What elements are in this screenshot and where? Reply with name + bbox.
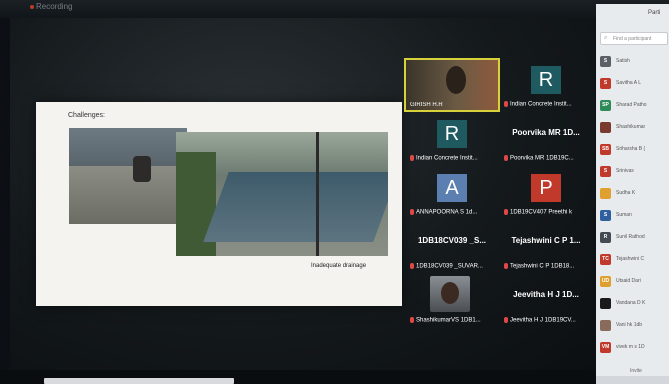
participant-avatar: R xyxy=(600,231,611,243)
participant-item[interactable]: TC Tejashwini C xyxy=(600,252,669,266)
tile-name: Jeevitha H J 1DB19CV... xyxy=(504,317,590,324)
invite-button[interactable]: Invite xyxy=(630,368,642,374)
participant-name: Srinivas xyxy=(616,168,634,174)
participant-item[interactable]: SB Sriharsha B ( xyxy=(600,142,669,156)
tile-big-name: Tejashwini C P 1... xyxy=(511,236,581,245)
participant-name: vivek m s 1D xyxy=(616,344,645,350)
mic-muted-icon xyxy=(410,263,414,270)
avatar: A xyxy=(437,174,467,202)
participant-avatar: S xyxy=(600,209,611,221)
participant-search-input[interactable]: ⌕ Find a participant xyxy=(600,32,668,45)
tile-big-name: 1DB18CV039 _S... xyxy=(417,236,487,245)
panel-title: Parti xyxy=(648,10,661,16)
mic-muted-icon xyxy=(504,101,508,108)
avatar: P xyxy=(531,174,561,202)
participant-name: Shashikumar xyxy=(616,124,646,130)
participant-name: Tejashwini C xyxy=(616,256,645,262)
flood-photo-bike xyxy=(69,128,187,224)
tile-name: 1DB19CV407 Preethi k xyxy=(504,209,590,216)
participant-avatar xyxy=(600,187,611,199)
video-tile-4[interactable]: A ANNAPOORNA S 1d... xyxy=(406,168,498,218)
mic-muted-icon xyxy=(504,155,508,162)
video-tile-2[interactable]: R Indian Concrete Instit... xyxy=(406,114,498,164)
video-tile-5[interactable]: P 1DB19CV407 Preethi k xyxy=(500,168,592,218)
participant-name: Sharad Patho xyxy=(616,102,647,108)
participant-item[interactable]: S Satish xyxy=(600,54,669,68)
window-top-bar: Recording xyxy=(0,0,669,18)
tile-name: Poorvika MR 1DB19C... xyxy=(504,155,590,162)
participant-name: Vani hk 1db xyxy=(616,322,643,328)
window-title: Recording xyxy=(36,2,73,11)
video-tile-6[interactable]: 1DB18CV039 _S... 1DB18CV039 _SUVAR... xyxy=(406,222,498,272)
participant-name: Sriharsha B ( xyxy=(616,146,646,152)
participant-item[interactable]: S Suman xyxy=(600,208,669,222)
tile-name: Indian Concrete Instit... xyxy=(410,155,496,162)
avatar: R xyxy=(437,120,467,148)
participant-name: Sunil Rathod xyxy=(616,234,645,240)
slide-caption: Inadequate drainage xyxy=(311,263,367,269)
participant-avatar: TC xyxy=(600,253,611,265)
tile-name: 1DB18CV039 _SUVAR... xyxy=(410,263,496,270)
tile-name: Tejashwini C P 1DB18... xyxy=(504,263,590,270)
participant-item[interactable]: Sudha K xyxy=(600,186,669,200)
participant-name: Vandana D K xyxy=(616,300,646,306)
mic-muted-icon xyxy=(410,155,414,162)
video-tile-8[interactable]: ShashikumarVS 1DB1... xyxy=(406,276,498,326)
presentation-slide: Challenges: Inadequate drainage xyxy=(36,102,402,306)
participant-avatar: S xyxy=(600,55,611,67)
participant-avatar: S xyxy=(600,165,611,177)
taskbar-item[interactable] xyxy=(44,378,234,384)
participant-item[interactable]: S Savitha A L xyxy=(600,76,669,90)
slide-title: Challenges: xyxy=(68,112,105,119)
search-icon: ⌕ xyxy=(604,35,608,41)
video-tile-9[interactable]: Jeevitha H J 1D... Jeevitha H J 1DB19CV.… xyxy=(500,276,592,326)
flood-photo-street xyxy=(176,132,388,256)
tile-name: ShashikumarVS 1DB1... xyxy=(410,317,496,324)
participant-name: Suman xyxy=(616,212,632,218)
participants-panel: Parti ⌕ Find a participant S Satish S Savit… xyxy=(596,4,669,384)
mic-muted-icon xyxy=(504,209,508,216)
tile-name: GIRISH H.R xyxy=(410,102,443,108)
recording-dot-icon xyxy=(30,5,34,9)
video-tile-girish[interactable]: GIRISH H.R xyxy=(404,58,500,112)
video-tile-3[interactable]: Poorvika MR 1D... Poorvika MR 1DB19C... xyxy=(500,114,592,164)
participant-avatar xyxy=(600,297,611,309)
participant-item[interactable]: Shashikumar xyxy=(600,120,669,134)
video-tile-1[interactable]: R Indian Concrete Instit... xyxy=(500,60,592,110)
participant-avatar xyxy=(600,121,611,133)
tile-name: ANNAPOORNA S 1d... xyxy=(410,209,496,216)
tile-big-name: Poorvika MR 1D... xyxy=(512,128,580,137)
mic-muted-icon xyxy=(504,317,508,324)
tile-big-name: Jeevitha H J 1D... xyxy=(513,290,579,299)
mic-muted-icon xyxy=(410,209,414,216)
participant-name: Utsaid Dari xyxy=(616,278,641,284)
participant-avatar: UD xyxy=(600,275,611,287)
participant-item[interactable]: Vandana D K xyxy=(600,296,669,310)
participant-avatar: VM xyxy=(600,341,611,353)
shared-screen: Challenges: Inadequate drainage GIRISH H… xyxy=(10,18,595,370)
avatar: R xyxy=(531,66,561,94)
participant-item[interactable]: S Srinivas xyxy=(600,164,669,178)
bottom-control-strip xyxy=(0,370,596,384)
participant-name: Sudha K xyxy=(616,190,636,196)
participant-avatar: S xyxy=(600,77,611,89)
participant-item[interactable]: UD Utsaid Dari xyxy=(600,274,669,288)
participant-photo xyxy=(430,276,470,312)
mic-muted-icon xyxy=(504,263,508,270)
participant-item[interactable]: R Sunil Rathod xyxy=(600,230,669,244)
participant-name: Satish xyxy=(616,58,630,64)
participant-name: Savitha A L xyxy=(616,80,642,86)
mic-muted-icon xyxy=(410,317,414,324)
video-tile-7[interactable]: Tejashwini C P 1... Tejashwini C P 1DB18… xyxy=(500,222,592,272)
tile-name: Indian Concrete Instit... xyxy=(504,101,590,108)
participant-item[interactable]: SP Sharad Patho xyxy=(600,98,669,112)
participant-avatar: SP xyxy=(600,99,611,111)
participant-item[interactable]: Vani hk 1db xyxy=(600,318,669,332)
participant-avatar: SB xyxy=(600,143,611,155)
participant-item[interactable]: VM vivek m s 1D xyxy=(600,340,669,354)
participant-avatar xyxy=(600,319,611,331)
panel-footer xyxy=(596,376,669,384)
